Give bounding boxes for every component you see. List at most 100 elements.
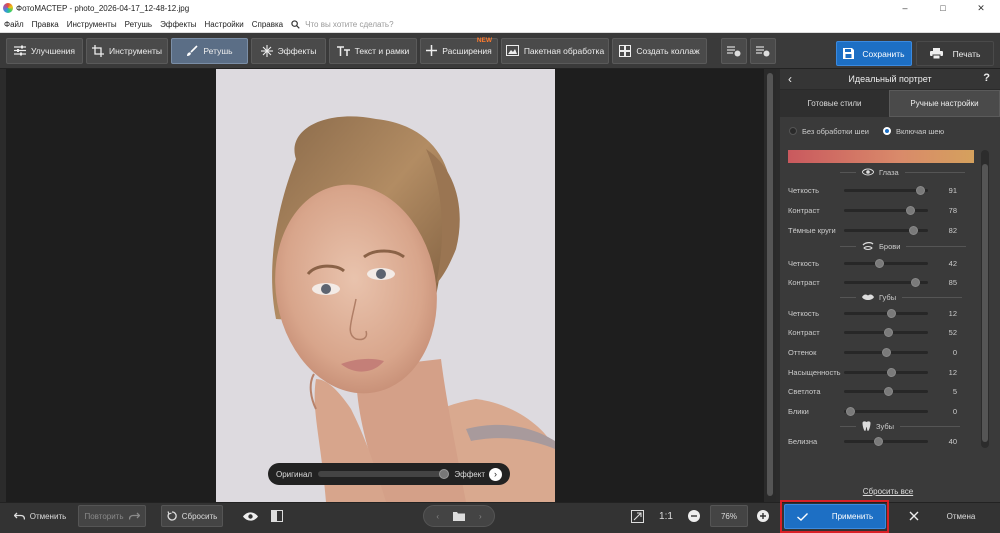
- slider-track[interactable]: [844, 278, 928, 287]
- slider-lips-contrast[interactable]: Контраст 52: [788, 326, 974, 338]
- slider-eyes-contrast[interactable]: Контраст 78: [788, 204, 974, 216]
- slider-eyes-dark-circles[interactable]: Тёмные круги 82: [788, 224, 974, 236]
- panel-scrollbar[interactable]: [981, 150, 989, 448]
- zoom-level-field[interactable]: 76%: [710, 505, 748, 527]
- compare-split-button[interactable]: [266, 505, 288, 527]
- tab-retouch[interactable]: Ретушь: [171, 37, 248, 64]
- search-input[interactable]: Что вы хотите сделать?: [305, 20, 393, 29]
- chevron-right-icon[interactable]: ›: [479, 512, 482, 521]
- slider-brows-contrast[interactable]: Контраст 85: [788, 276, 974, 288]
- menu-tools[interactable]: Инструменты: [63, 20, 121, 29]
- reset-all-link[interactable]: Сбросить все: [780, 487, 996, 496]
- chevron-right-icon[interactable]: ›: [489, 467, 502, 481]
- fit-screen-button[interactable]: [626, 505, 648, 527]
- slider-track[interactable]: [844, 387, 928, 396]
- before-after-knob[interactable]: [439, 469, 450, 479]
- photo-preview[interactable]: [216, 69, 555, 502]
- slider-lips-saturation[interactable]: Насыщенность 12: [788, 366, 974, 378]
- slider-track[interactable]: [844, 226, 928, 235]
- slider-lips-highlights[interactable]: Блики 0: [788, 405, 974, 417]
- slider-knob[interactable]: [916, 186, 926, 195]
- slider-track[interactable]: [844, 407, 928, 416]
- canvas-scrollbar-thumb[interactable]: [767, 73, 773, 496]
- slider-teeth-whiteness[interactable]: Белизна 40: [788, 435, 974, 447]
- slider-lips-hue[interactable]: Оттенок 0: [788, 346, 974, 358]
- slider-knob[interactable]: [887, 309, 897, 318]
- slider-knob[interactable]: [911, 278, 921, 287]
- help-icon[interactable]: ?: [983, 72, 990, 84]
- search-icon: [291, 19, 300, 29]
- minimize-icon[interactable]: –: [886, 0, 924, 16]
- maximize-icon[interactable]: □: [924, 0, 962, 16]
- slider-lips-lightness[interactable]: Светлота 5: [788, 385, 974, 397]
- menu-effects[interactable]: Эффекты: [156, 20, 200, 29]
- slider-knob[interactable]: [845, 407, 855, 416]
- text-icon: [336, 45, 350, 56]
- redo-button[interactable]: Повторить: [78, 505, 146, 527]
- before-after-slider[interactable]: [318, 469, 450, 479]
- radio-include-neck[interactable]: Включая шею: [882, 126, 945, 136]
- menu-retouch[interactable]: Ретушь: [121, 20, 157, 29]
- tab-enhancements[interactable]: Улучшения: [6, 37, 83, 64]
- tab-manual-settings[interactable]: Ручные настройки: [889, 90, 1000, 117]
- slider-brows-clarity[interactable]: Четкость 42: [788, 257, 974, 269]
- apply-button[interactable]: Применить: [784, 504, 886, 529]
- skin-tone-bar[interactable]: [788, 150, 974, 163]
- menu-help[interactable]: Справка: [248, 20, 287, 29]
- panel-scrollbar-thumb[interactable]: [982, 164, 988, 442]
- save-button[interactable]: Сохранить: [836, 41, 912, 66]
- slider-knob[interactable]: [883, 387, 893, 396]
- slider-lips-clarity[interactable]: Четкость 12: [788, 307, 974, 319]
- tab-effects[interactable]: Эффекты: [251, 37, 326, 64]
- tab-tools[interactable]: Инструменты: [86, 37, 168, 64]
- slider-track[interactable]: [844, 206, 928, 215]
- slider-knob[interactable]: [883, 328, 893, 337]
- slider-knob[interactable]: [873, 437, 883, 446]
- split-view-icon: [271, 510, 283, 522]
- slider-track[interactable]: [844, 309, 928, 318]
- menu-edit[interactable]: Правка: [28, 20, 63, 29]
- cancel-button[interactable]: Отмена: [892, 505, 992, 527]
- close-icon[interactable]: ✕: [962, 0, 1000, 16]
- history-clock-button[interactable]: [750, 37, 776, 64]
- zoom-in-button[interactable]: [755, 505, 771, 527]
- slider-knob[interactable]: [887, 368, 897, 377]
- tab-text-frames[interactable]: Текст и рамки: [329, 37, 417, 64]
- preview-eye-button[interactable]: [239, 505, 261, 527]
- radio-no-neck[interactable]: Без обработки шеи: [789, 127, 869, 136]
- canvas-scrollbar[interactable]: [764, 69, 776, 502]
- slider-track[interactable]: [844, 328, 928, 337]
- reset-button[interactable]: Сбросить: [161, 505, 223, 527]
- print-button[interactable]: Печать: [916, 41, 994, 66]
- menu-file[interactable]: Файл: [0, 20, 28, 29]
- slider-track[interactable]: [844, 259, 928, 268]
- tab-batch-processing[interactable]: Пакетная обработка: [501, 37, 609, 64]
- slider-eyes-clarity[interactable]: Четкость 91: [788, 184, 974, 196]
- chevron-left-icon[interactable]: ‹: [436, 512, 439, 521]
- history-add-button[interactable]: [721, 37, 747, 64]
- tab-extensions-label: Расширения: [442, 45, 492, 56]
- tab-create-collage[interactable]: Создать коллаж: [612, 37, 707, 64]
- slider-track[interactable]: [844, 437, 928, 446]
- menu-search[interactable]: Что вы хотите сделать?: [291, 19, 394, 29]
- slider-label: Блики: [788, 406, 809, 416]
- radio-include-neck-label: Включая шею: [895, 126, 945, 136]
- actual-size-button[interactable]: 1:1: [655, 505, 677, 527]
- slider-track[interactable]: [844, 186, 928, 195]
- undo-button[interactable]: Отменить: [6, 505, 74, 527]
- file-navigator[interactable]: ‹ ›: [423, 505, 495, 527]
- menu-settings[interactable]: Настройки: [200, 20, 247, 29]
- slider-track[interactable]: [844, 368, 928, 377]
- slider-knob[interactable]: [875, 259, 885, 268]
- slider-knob[interactable]: [908, 226, 918, 235]
- tab-extensions[interactable]: Расширения NEW: [420, 37, 498, 64]
- slider-track[interactable]: [844, 348, 928, 357]
- slider-knob[interactable]: [905, 206, 915, 215]
- tab-tools-label: Инструменты: [108, 45, 162, 56]
- slider-knob[interactable]: [882, 348, 891, 357]
- back-arrow-icon[interactable]: ‹: [788, 72, 792, 86]
- tab-ready-styles[interactable]: Готовые стили: [780, 90, 889, 117]
- before-after-toggle[interactable]: Оригинал Эффект ›: [268, 463, 510, 485]
- sparkle-icon: [260, 44, 273, 57]
- zoom-out-button[interactable]: [686, 505, 702, 527]
